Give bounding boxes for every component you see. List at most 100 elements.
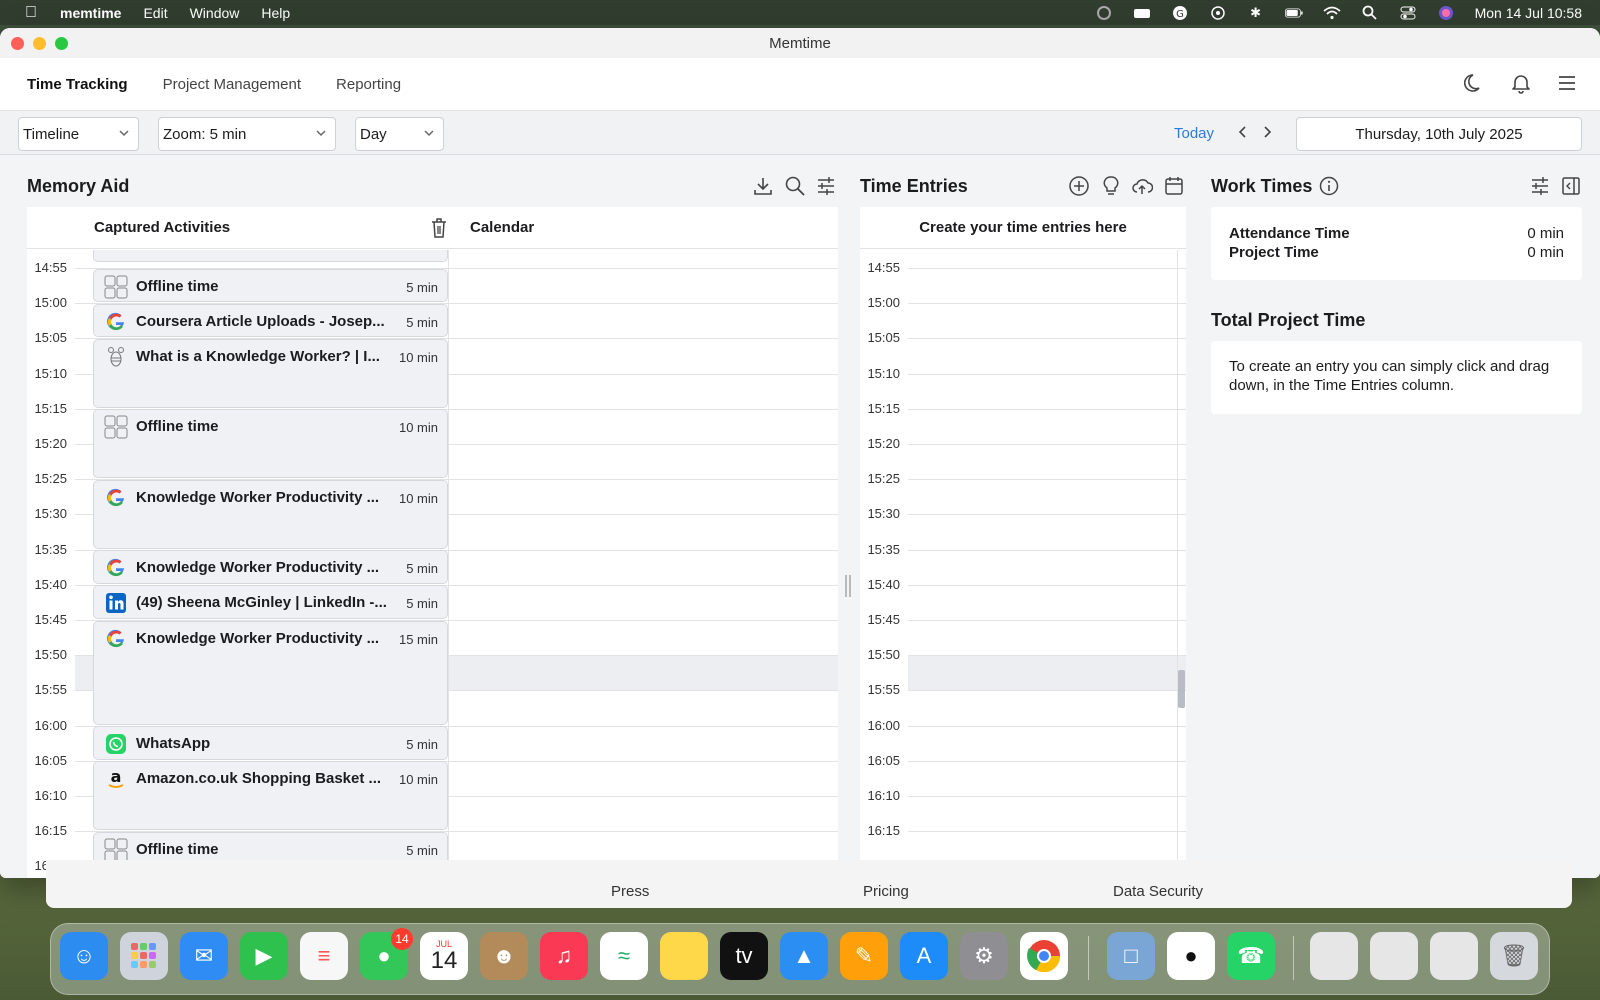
mail-icon[interactable]: ✉ (180, 932, 228, 980)
timeline-time-label: 15:15 (867, 400, 900, 416)
trash-icon[interactable] (429, 217, 449, 239)
whatsapp-dock-icon[interactable]: ☎ (1227, 932, 1275, 980)
memtime-status-icon[interactable] (1095, 5, 1113, 21)
timeline-time-label: 15:20 (867, 436, 900, 451)
keynote-icon[interactable]: ▲ (780, 932, 828, 980)
menubar-clock[interactable]: Mon 14 Jul 10:58 (1475, 5, 1582, 21)
download-icon[interactable] (752, 175, 774, 197)
main-nav: Time Tracking Project Management Reporti… (0, 58, 1600, 111)
captured-activity-block[interactable]: What is a Knowledge Worker? | I... 10 min (93, 338, 448, 408)
next-day-chevron-icon[interactable] (1259, 124, 1275, 140)
captured-activity-block[interactable]: Knowledge Worker Productivity ... 5 min (93, 550, 448, 584)
reminders-icon[interactable]: ≡ (300, 932, 348, 980)
trash-bin-icon[interactable]: 🗑 (1490, 932, 1538, 980)
window-maximize-button[interactable] (55, 37, 68, 50)
cloud-upload-icon[interactable] (1131, 175, 1153, 197)
minimized-window-3-icon[interactable] (1430, 932, 1478, 980)
timeline-time-label: 15:05 (34, 330, 67, 346)
info-icon[interactable] (1318, 175, 1340, 197)
notifications-bell-icon[interactable] (1510, 72, 1532, 94)
system-settings-icon[interactable]: ⚙ (960, 932, 1008, 980)
zoom-select[interactable]: Zoom: 5 min (158, 117, 336, 151)
grammarly-status-icon[interactable]: G (1171, 5, 1189, 21)
total-project-time-hint: To create an entry you can simply click … (1229, 358, 1550, 394)
menu-window[interactable]: Window (190, 5, 240, 21)
tab-time-tracking[interactable]: Time Tracking (27, 76, 128, 93)
dock-separator (1088, 936, 1089, 980)
music-icon[interactable]: ♫ (540, 932, 588, 980)
hamburger-menu-icon[interactable] (1556, 72, 1578, 94)
calendar-icon[interactable] (1163, 175, 1185, 197)
facetime-icon[interactable]: ▶ (240, 932, 288, 980)
calendar-app-day: 14 (430, 947, 458, 974)
total-project-time-card: To create an entry you can simply click … (1211, 341, 1582, 414)
filter-sliders-icon[interactable] (815, 175, 837, 197)
panel-resize-handle[interactable] (845, 575, 851, 597)
wifi-status-icon[interactable] (1323, 5, 1341, 21)
control-center-icon[interactable] (1399, 5, 1417, 21)
launchpad-icon[interactable] (120, 932, 168, 980)
chrome-icon[interactable] (1020, 932, 1068, 980)
freeform-icon[interactable]: ≈ (600, 932, 648, 980)
menu-help[interactable]: Help (261, 5, 290, 21)
captured-activity-block[interactable]: Offline time 5 min (93, 268, 448, 303)
activity-duration: 5 min (406, 737, 438, 753)
collapse-sidebar-icon[interactable] (1560, 175, 1582, 197)
footer-link-data-security[interactable]: Data Security (1113, 883, 1203, 900)
captured-activity-block[interactable]: (49) Sheena McGinley | LinkedIn -... 5 mi… (93, 585, 448, 619)
add-entry-plus-icon[interactable] (1068, 175, 1090, 197)
apple-menu-icon[interactable]:  (22, 4, 40, 22)
date-picker[interactable]: Thursday, 10th July 2025 (1296, 117, 1582, 151)
minimized-window-1-icon[interactable] (1310, 932, 1358, 980)
captured-activity-block[interactable]: Offline time 10 min (93, 409, 448, 479)
captured-activity-block[interactable]: Knowledge Worker Productivity ... 10 min (93, 479, 448, 549)
pages-icon[interactable]: ✎ (840, 932, 888, 980)
calendar-app-icon[interactable]: JUL 14 (420, 932, 468, 980)
app-store-icon[interactable]: A (900, 932, 948, 980)
preview-icon[interactable]: □ (1107, 932, 1155, 980)
tab-project-management[interactable]: Project Management (163, 76, 301, 93)
suggestions-lightbulb-icon[interactable] (1100, 175, 1122, 197)
footer-link-press[interactable]: Press (611, 883, 649, 900)
timeline-time-label: 14:55 (34, 260, 67, 275)
memory-aid-title: Memory Aid (27, 176, 130, 196)
footer-link-pricing[interactable]: Pricing (863, 883, 909, 900)
contacts-icon[interactable]: ☻ (480, 932, 528, 980)
search-icon[interactable] (784, 175, 806, 197)
spotlight-search-icon[interactable] (1361, 5, 1379, 21)
panda-app-icon[interactable]: ● (1167, 932, 1215, 980)
drive-status-icon[interactable] (1133, 5, 1151, 21)
battery-status-icon[interactable] (1284, 5, 1303, 21)
activity-block-partial[interactable] (93, 250, 448, 262)
captured-activity-block[interactable]: Coursera Article Uploads - Josep... 5 min (93, 303, 448, 338)
siri-icon[interactable] (1437, 5, 1455, 21)
apple-tv-icon[interactable]: tv (720, 932, 768, 980)
timeline-time-label: 15:10 (867, 365, 900, 381)
captured-activity-block[interactable]: WhatsApp 5 min (93, 726, 448, 760)
finder-icon[interactable]: ☺ (60, 932, 108, 980)
work-times-settings-sliders-icon[interactable] (1529, 175, 1551, 197)
captured-activity-block[interactable]: Knowledge Worker Productivity ... 15 min (93, 620, 448, 725)
bluetooth-status-icon[interactable]: ✱ (1247, 5, 1265, 21)
time-entries-panel: Create your time entries here 14:55 15:00… (860, 207, 1186, 878)
today-button[interactable]: Today (1174, 125, 1214, 142)
time-entries-timeline[interactable]: 14:55 15:00 15:05 15:10 15:15 15:20 15:25 15:30… (860, 250, 1186, 878)
previous-day-chevron-icon[interactable] (1235, 124, 1251, 140)
tab-reporting[interactable]: Reporting (336, 76, 401, 93)
airdrop-status-icon[interactable] (1209, 5, 1227, 21)
timeline-gridline (908, 303, 1186, 305)
time-entries-scrollbar[interactable] (1178, 670, 1185, 708)
menu-edit[interactable]: Edit (143, 5, 167, 21)
minimized-window-2-icon[interactable] (1370, 932, 1418, 980)
memory-aid-timeline[interactable]: 14:55 15:00 15:05 15:10 15:15 15:20 15:25 15:30… (27, 250, 838, 878)
window-close-button[interactable] (11, 37, 24, 50)
range-select[interactable]: Day (355, 117, 444, 151)
view-mode-select[interactable]: Timeline (18, 117, 139, 151)
notes-icon[interactable] (660, 932, 708, 980)
menu-app-name[interactable]: memtime (60, 5, 121, 21)
dark-mode-moon-icon[interactable] (1464, 72, 1486, 94)
captured-activity-block[interactable]: a Amazon.co.uk Shopping Basket ... 10 min (93, 761, 448, 831)
window-minimize-button[interactable] (33, 37, 46, 50)
offline-icon (104, 838, 128, 862)
timeline-time-label: 16:10 (867, 788, 900, 803)
